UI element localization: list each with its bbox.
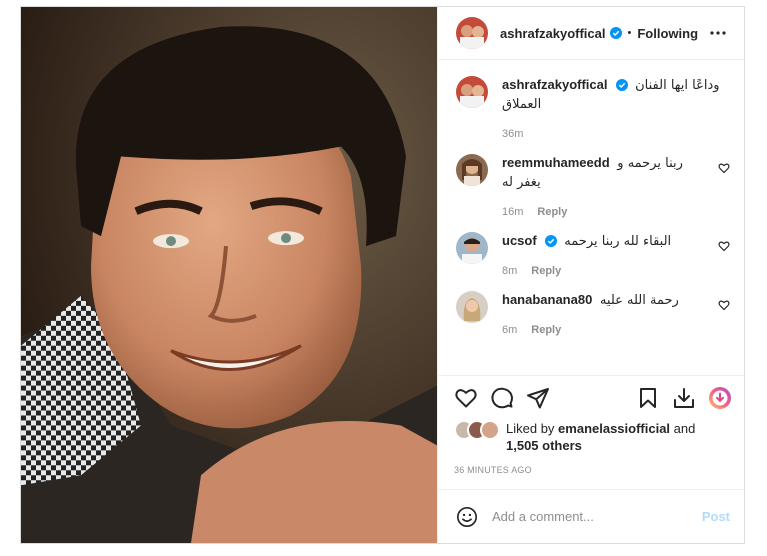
comment-avatar[interactable]: [456, 291, 488, 323]
comment-username[interactable]: reemmuhameedd: [502, 155, 610, 170]
likes-text: Liked by emanelassiofficial and 1,505 ot…: [506, 420, 695, 454]
like-heart-icon[interactable]: [454, 386, 478, 410]
comment-text: رحمة الله عليه: [599, 293, 679, 308]
likes-summary: Liked by emanelassiofficial and 1,505 ot…: [454, 420, 744, 454]
comment-item: reemmuhameedd ربنا يرحمه و يغفر له 16m Re…: [456, 154, 730, 218]
verified-icon: [615, 79, 628, 91]
comment-time[interactable]: 8m: [502, 265, 517, 277]
like-comment-icon[interactable]: [718, 162, 730, 174]
comment-item: ucsof البقاء لله ربنا يرحمه 8m Reply: [456, 232, 730, 277]
post-header: ashrafzakyoffical • Following: [438, 7, 744, 60]
post-actions-area: Liked by emanelassiofficial and 1,505 ot…: [438, 375, 744, 475]
post-image[interactable]: [21, 7, 437, 543]
following-button[interactable]: Following: [637, 26, 698, 41]
likes-and: and: [673, 421, 696, 436]
add-comment-bar: Post: [438, 489, 744, 543]
liker-username[interactable]: emanelassiofficial: [558, 421, 670, 436]
emoji-icon[interactable]: [456, 506, 478, 528]
author-username[interactable]: ashrafzakyoffical: [500, 26, 606, 41]
comment-username[interactable]: hanabanana80: [502, 292, 592, 307]
liker-avatars[interactable]: [454, 420, 500, 440]
comment-time[interactable]: 16m: [502, 206, 523, 218]
comment-time[interactable]: 6m: [502, 324, 517, 336]
comment-avatar[interactable]: [456, 232, 488, 264]
comment-input[interactable]: [492, 509, 702, 524]
action-bar: [454, 376, 744, 420]
comment-avatar[interactable]: [456, 154, 488, 186]
comments-list: ashrafzakyoffical وداعًا ايها الفنان الع…: [438, 60, 744, 375]
verified-icon: [544, 235, 557, 247]
comment-item: hanabanana80 رحمة الله عليه 6m Reply: [456, 291, 730, 336]
like-comment-icon[interactable]: [718, 240, 730, 252]
bookmark-icon[interactable]: [636, 386, 660, 410]
post-comment-button[interactable]: Post: [702, 509, 730, 524]
verified-icon: [609, 27, 622, 39]
author-avatar[interactable]: [456, 17, 488, 49]
caption-time[interactable]: 36m: [502, 128, 523, 140]
more-options-icon[interactable]: [706, 21, 730, 45]
likes-prefix: Liked by: [506, 421, 555, 436]
caption: ashrafzakyoffical وداعًا ايها الفنان الع…: [456, 76, 730, 140]
comment-username[interactable]: ucsof: [502, 233, 537, 248]
separator-dot: •: [627, 27, 632, 39]
post-card: ashrafzakyoffical • Following ashrafzaky…: [20, 6, 745, 544]
reply-button[interactable]: Reply: [537, 206, 567, 218]
actions-right: [636, 386, 732, 410]
downloader-extension-icon[interactable]: [708, 386, 732, 410]
share-paper-plane-icon[interactable]: [526, 386, 550, 410]
caption-username[interactable]: ashrafzakyoffical: [502, 77, 608, 92]
likes-count[interactable]: 1,505 others: [506, 438, 582, 453]
post-timestamp[interactable]: 36 MINUTES AGO: [454, 465, 744, 475]
reply-button[interactable]: Reply: [531, 265, 561, 277]
download-tray-icon[interactable]: [672, 386, 696, 410]
post-sidebar: ashrafzakyoffical • Following ashrafzaky…: [437, 7, 744, 543]
comment-text: البقاء لله ربنا يرحمه: [564, 234, 672, 249]
reply-button[interactable]: Reply: [531, 324, 561, 336]
caption-avatar[interactable]: [456, 76, 488, 108]
comment-bubble-icon[interactable]: [490, 386, 514, 410]
like-comment-icon[interactable]: [718, 299, 730, 311]
